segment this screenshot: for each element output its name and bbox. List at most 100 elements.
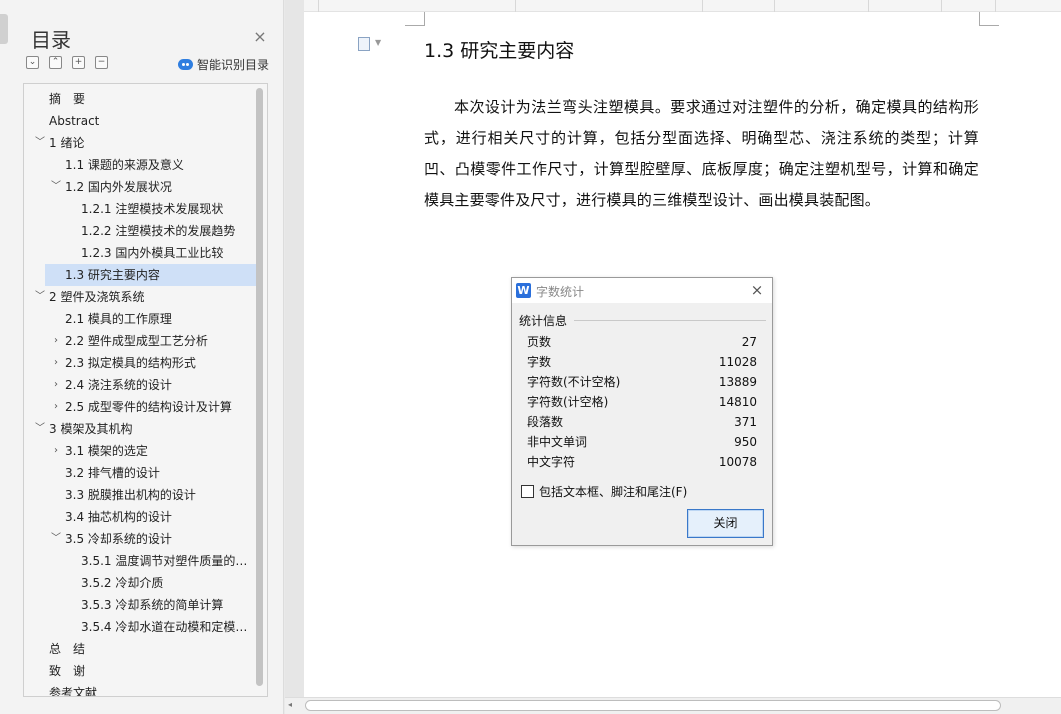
expand-all-button[interactable]: ⌄ [26,56,39,69]
include-textbox-option[interactable]: 包括文本框、脚注和尾注(F) [521,483,687,500]
toc-item-label: 1.2.1 注塑模技术发展现状 [81,202,224,216]
ruler-tick [995,0,996,12]
chevron-down-icon[interactable]: ﹀ [50,176,62,198]
stats-group-label: 统计信息 [519,314,568,328]
outline-scrollbar[interactable] [256,88,263,686]
toc-item[interactable]: 1.1 课题的来源及意义 [24,154,256,176]
panel-scroll-indicator[interactable] [0,14,8,44]
toc-item[interactable]: 3.2 排气槽的设计 [24,462,256,484]
section-heading[interactable]: 1.3 研究主要内容 [424,36,574,63]
stat-value: 11028 [718,355,757,369]
toc-item-label: 2 塑件及浇筑系统 [49,290,145,304]
toc-item[interactable]: › 3.1 模架的选定 [24,440,256,462]
outline-toolbar: ⌄ ⌃ + − [26,56,108,70]
chevron-down-icon[interactable]: ﹀ [50,528,62,550]
close-icon[interactable]: × [749,281,765,299]
toc-item-label: 1.2.3 国内外模具工业比较 [81,246,224,260]
toc-item[interactable]: 1.2.1 注塑模技术发展现状 [24,198,256,220]
stat-value: 27 [741,335,757,349]
toc-item[interactable]: 3.3 脱膜推出机构的设计 [24,484,256,506]
stat-label: 非中文单词 [527,435,588,449]
add-heading-button[interactable]: + [72,56,85,69]
toc-item[interactable]: 1.3 研究主要内容 [45,264,256,286]
toc-item-label: 1.1 课题的来源及意义 [65,158,184,172]
margin-corner-mark [979,12,999,26]
outline-tree: 摘 要 Abstract ﹀ 1 绪论 1.1 课题的来源及意义 ﹀ 1.2 国内外发展状况… [23,83,268,697]
toc-item-label: 3.5.1 温度调节对塑件质量的 ... [81,554,249,568]
chevron-right-icon[interactable]: › [50,374,62,396]
toc-item[interactable]: 总 结 [24,638,256,660]
include-textbox-checkbox[interactable] [521,485,534,498]
stats-list: 页数 27 字数 11028 字符数(不计空格) 13889 字符数(计空格) 14810 段落… [527,332,757,472]
toc-item-label: 3 模架及其机构 [49,422,133,436]
toc-item[interactable]: › 2.3 拟定模具的结构形式 [24,352,256,374]
stat-value: 14810 [718,395,757,409]
ruler-tick [941,0,942,12]
chevron-down-icon[interactable]: ﹀ [34,418,46,440]
stat-value: 371 [734,415,757,429]
chevron-down-icon[interactable]: ﹀ [34,286,46,308]
toc-item[interactable]: 致 谢 [24,660,256,682]
chevron-right-icon[interactable]: › [50,440,62,462]
toc-item-label: 3.5.2 冷却介质 [81,576,164,590]
toc-item[interactable]: 3.5.1 温度调节对塑件质量的 ... [24,550,256,572]
chevron-right-icon[interactable]: › [50,330,62,352]
ruler-tick [774,0,775,12]
toc-item[interactable]: › 2.2 塑件成型成型工艺分析 [24,330,256,352]
chevron-down-icon[interactable]: ﹀ [34,132,46,154]
toc-item[interactable]: 3.5.3 冷却系统的简单计算 [24,594,256,616]
toc-item[interactable]: ﹀ 3.5 冷却系统的设计 [24,528,256,550]
stat-row: 字符数(不计空格) 13889 [527,372,757,392]
toc-item-label: 2.5 成型零件的结构设计及计算 [65,400,232,414]
toc-item[interactable]: ﹀ 2 塑件及浇筑系统 [24,286,256,308]
stat-value: 950 [734,435,757,449]
toc-item[interactable]: ﹀ 1.2 国内外发展状况 [24,176,256,198]
outline-list: 摘 要 Abstract ﹀ 1 绪论 1.1 课题的来源及意义 ﹀ 1.2 国内外发展状况… [24,88,256,697]
close-button[interactable]: 关闭 [687,509,764,538]
remove-heading-button[interactable]: − [95,56,108,69]
smart-identify-toc-button[interactable]: 智能识别目录 [178,56,269,73]
body-paragraph[interactable]: 本次设计为法兰弯头注塑模具。要求通过对注塑件的分析，确定模具的结构形式，进行相关… [424,92,979,216]
stat-row: 字数 11028 [527,352,757,372]
chevron-right-icon[interactable]: › [50,352,62,374]
stat-label: 中文字符 [527,455,576,469]
toc-item-label: 1.2.2 注塑模技术的发展趋势 [81,224,236,238]
toc-item[interactable]: ﹀ 1 绪论 [24,132,256,154]
toc-item[interactable]: 1.2.2 注塑模技术的发展趋势 [24,220,256,242]
ruler-tick [515,0,516,12]
toc-item[interactable]: 3.5.4 冷却水道在动模和定模 ... [24,616,256,638]
toc-item[interactable]: Abstract [24,110,256,132]
outline-close-icon[interactable]: × [251,27,269,46]
toc-item-label: 3.5.4 冷却水道在动模和定模 ... [81,620,249,634]
dialog-titlebar[interactable]: W 字数统计 × [512,278,772,303]
stat-row: 页数 27 [527,332,757,352]
chevron-down-icon[interactable]: ▼ [375,38,381,47]
page-top-strip [304,0,1061,12]
toc-item[interactable]: › 2.4 浇注系统的设计 [24,374,256,396]
scroll-left-icon[interactable]: ◂ [288,700,292,709]
toc-item[interactable]: 参考文献 [24,682,256,697]
include-textbox-label: 包括文本框、脚注和尾注(F) [539,485,688,499]
toc-item-label: 1.2 国内外发展状况 [65,180,172,194]
chevron-right-icon[interactable]: › [50,396,62,418]
toc-item[interactable]: 3.5.2 冷却介质 [24,572,256,594]
toc-item-label: 3.2 排气槽的设计 [65,466,160,480]
horizontal-scroll-thumb[interactable] [305,700,1001,711]
toc-item[interactable]: 2.1 模具的工作原理 [24,308,256,330]
toc-item-label: Abstract [49,114,100,128]
toc-item[interactable]: 3.4 抽芯机构的设计 [24,506,256,528]
collapse-all-button[interactable]: ⌃ [49,56,62,69]
horizontal-scrollbar[interactable]: ◂ [285,697,1061,714]
stat-label: 字符数(不计空格) [527,375,621,389]
toc-item[interactable]: ﹀ 3 模架及其机构 [24,418,256,440]
toc-item[interactable]: 1.2.3 国内外模具工业比较 [24,242,256,264]
word-count-dialog: W 字数统计 × 统计信息 页数 27 字数 11028 字符数(不计空格) 13889 字… [511,277,773,546]
stat-row: 非中文单词 950 [527,432,757,452]
toc-item[interactable]: › 2.5 成型零件的结构设计及计算 [24,396,256,418]
toc-item-label: 2.1 模具的工作原理 [65,312,172,326]
smart-identify-label: 智能识别目录 [197,58,270,72]
toc-item-label: 参考文献 [49,686,98,697]
paragraph-marker-icon[interactable] [358,37,370,51]
toc-item-label: 致 谢 [49,664,86,678]
toc-item[interactable]: 摘 要 [24,88,256,110]
